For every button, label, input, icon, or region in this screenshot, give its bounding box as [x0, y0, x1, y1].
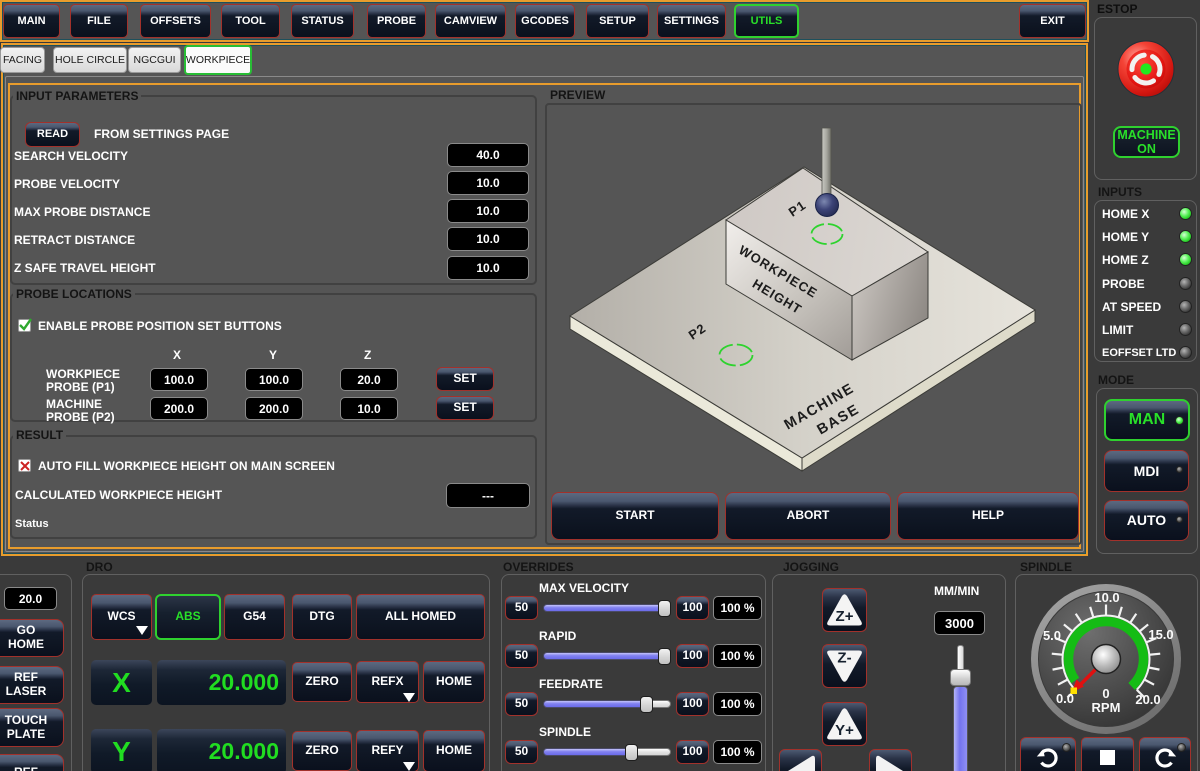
svg-text:Z+: Z+ — [836, 608, 854, 625]
svg-text:10.0: 10.0 — [1094, 590, 1119, 605]
svg-text:Z-: Z- — [837, 650, 851, 667]
svg-text:20.0: 20.0 — [1135, 692, 1160, 707]
svg-text:RPM: RPM — [1092, 700, 1121, 715]
svg-text:5.0: 5.0 — [1043, 628, 1061, 643]
svg-text:15.0: 15.0 — [1148, 627, 1173, 642]
svg-text:Y+: Y+ — [835, 722, 854, 739]
svg-text:0: 0 — [1102, 686, 1109, 701]
